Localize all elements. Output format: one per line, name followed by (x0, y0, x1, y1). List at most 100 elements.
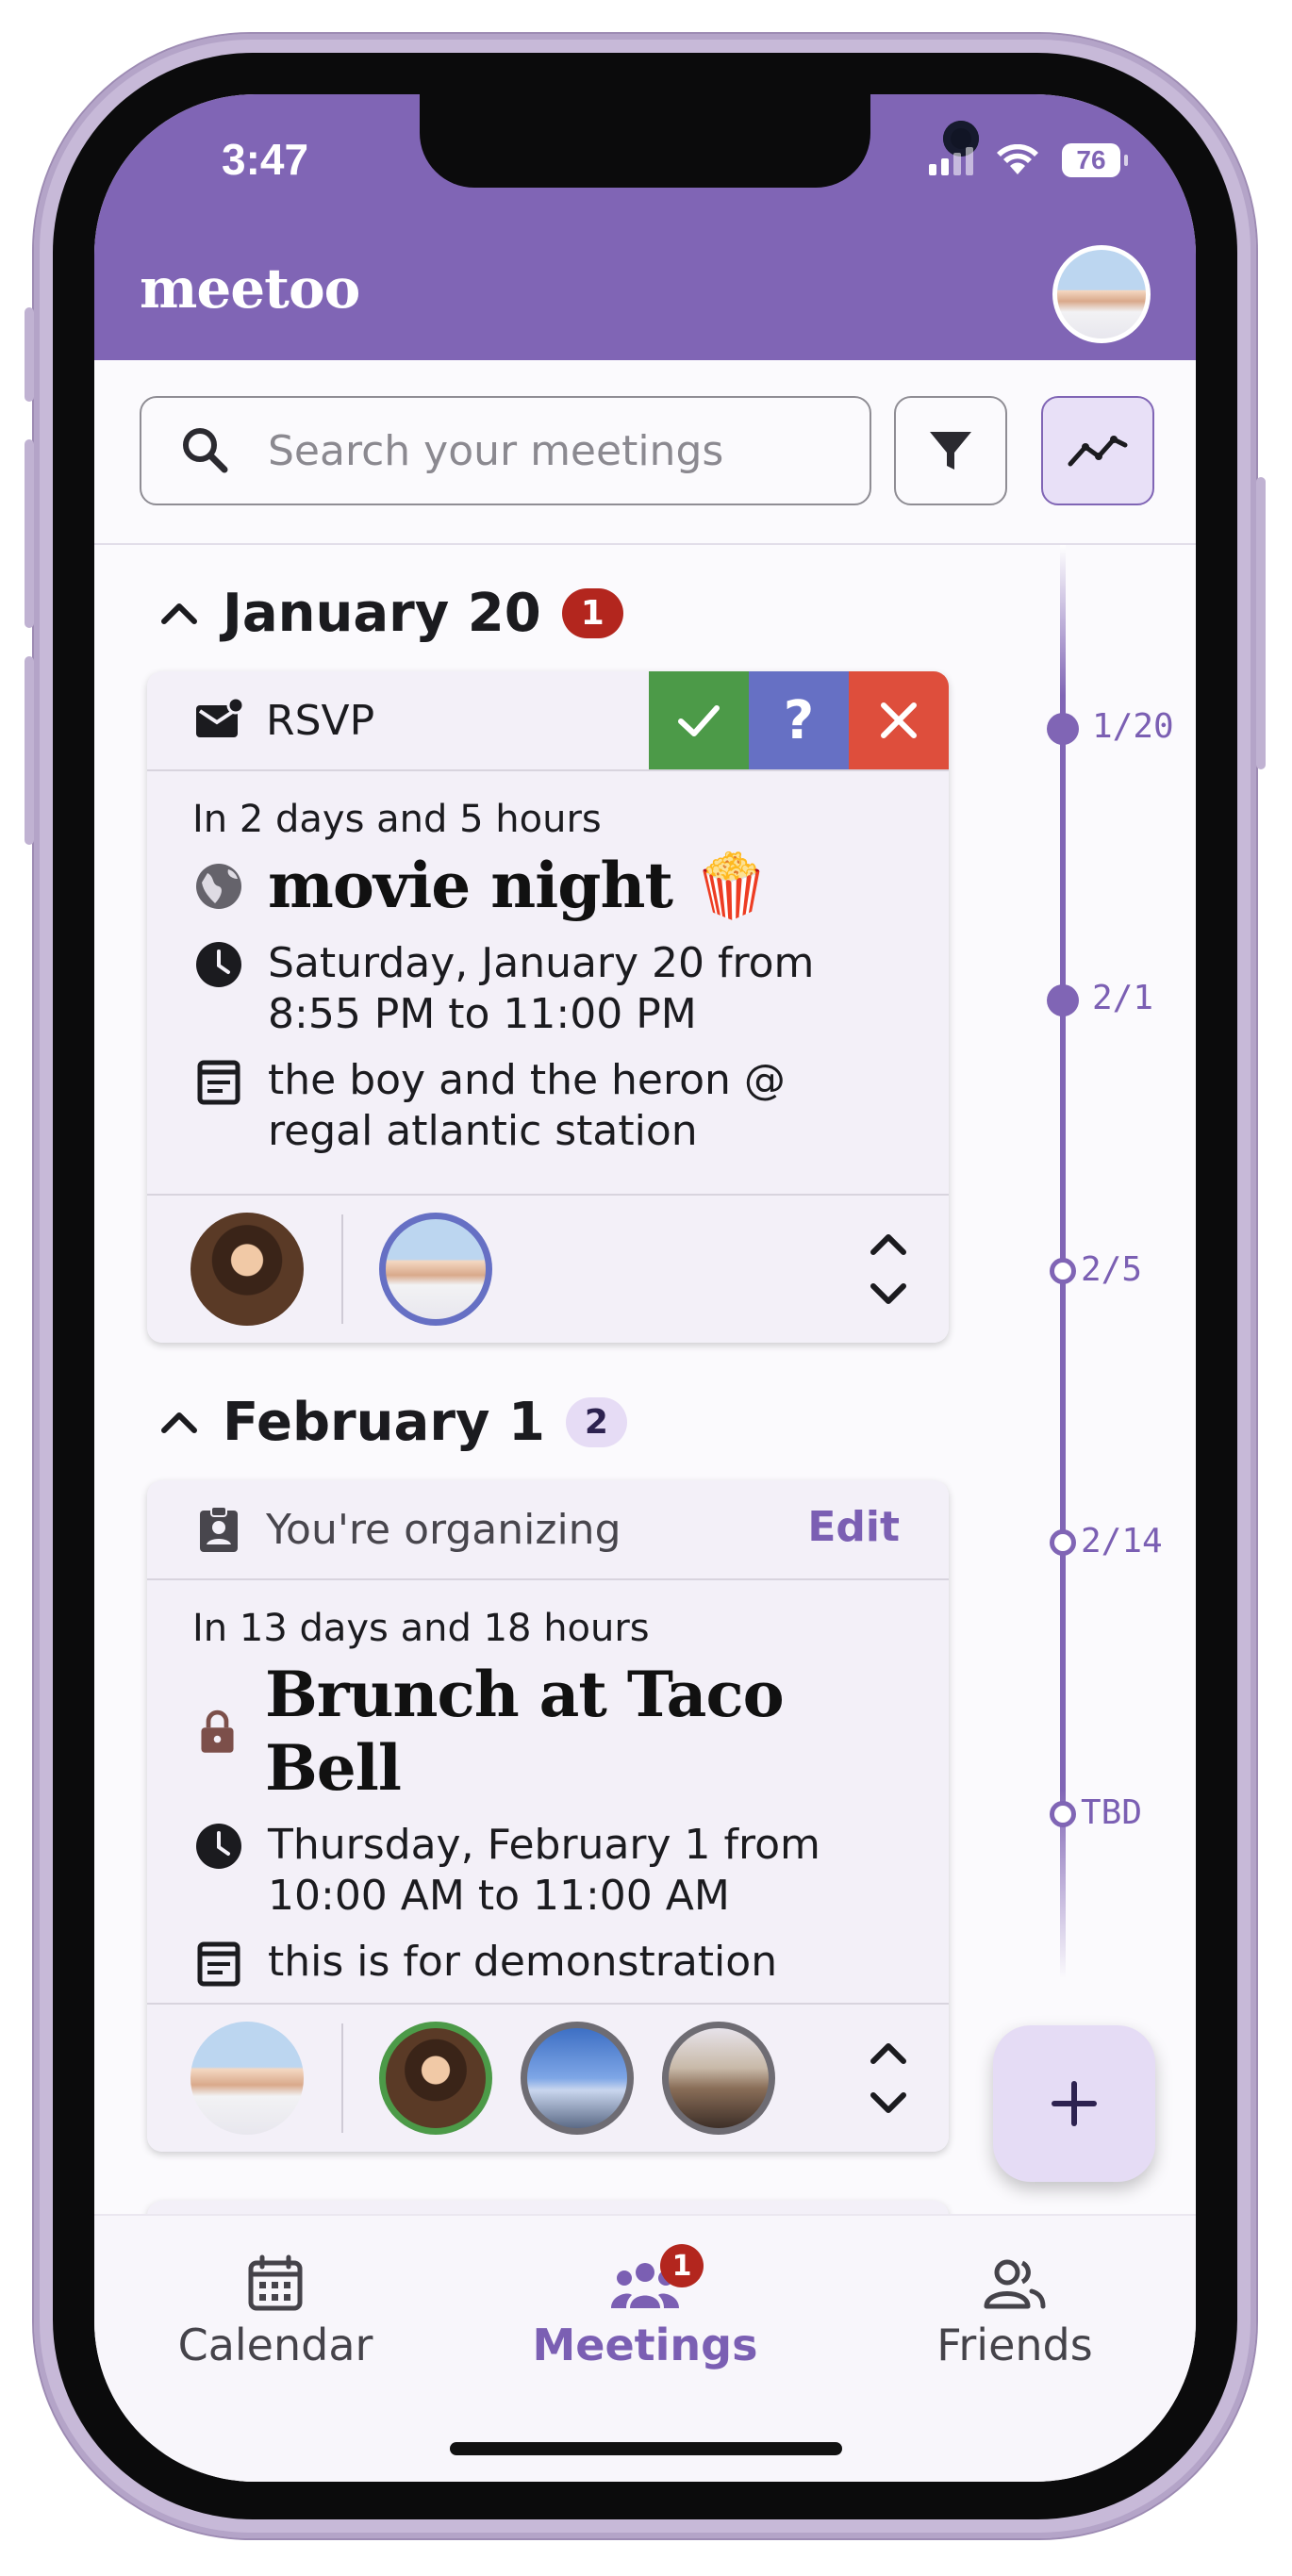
mail-icon (196, 696, 245, 737)
day-header-february-1[interactable]: February 1 2 (157, 1392, 627, 1453)
meeting-description-line-1: this is for demonstration (268, 1938, 778, 1986)
search-box[interactable] (140, 396, 871, 505)
unread-badge: 1 (561, 588, 623, 638)
day-date: January 20 (223, 583, 541, 644)
plus-icon (1052, 2081, 1097, 2126)
decline-button[interactable] (849, 671, 949, 769)
app-logo[interactable]: meetoo (140, 256, 360, 321)
search-toolbar (94, 360, 1196, 545)
meeting-time-line-1: Saturday, January 20 from (268, 939, 815, 987)
add-meeting-button[interactable] (993, 2025, 1155, 2182)
attendees-bar (147, 2003, 949, 2152)
clipboard-user-icon (200, 1506, 238, 1552)
timeline-label[interactable]: TBD (1081, 1793, 1142, 1832)
filter-button[interactable] (894, 396, 1007, 505)
volume-up-button (25, 439, 34, 628)
nav-label: Calendar (177, 2320, 373, 2370)
battery-icon: 76 (1062, 143, 1128, 177)
timeline-label[interactable]: 2/14 (1081, 1522, 1163, 1560)
rsvp-actions: ? (649, 671, 949, 769)
expand-icon[interactable] (868, 2033, 909, 2123)
lock-icon (201, 1709, 234, 1753)
timeline-dot[interactable] (1047, 713, 1079, 745)
search-icon (183, 428, 228, 473)
clock-icon (196, 1824, 241, 1869)
meetings-list[interactable]: January 20 1 RSVP ? In 2 days and 5 hour… (94, 545, 1196, 2214)
signal-icon (929, 145, 973, 175)
timeline-dot[interactable] (1050, 1529, 1076, 1556)
attendee-avatar[interactable] (662, 2022, 775, 2135)
trend-line-icon (1068, 436, 1128, 467)
expand-icon[interactable] (868, 1224, 909, 1314)
meeting-title: movie night 🍿 (268, 849, 770, 922)
nav-friends[interactable]: Friends (873, 2254, 1156, 2370)
card-body: In 2 days and 5 hours movie night 🍿 Satu… (147, 771, 949, 1157)
attendee-divider (341, 1214, 343, 1324)
timeline-fade-top (1060, 545, 1066, 696)
check-icon (678, 705, 720, 736)
wifi-icon (997, 144, 1038, 174)
timeline-dot[interactable] (1050, 1258, 1076, 1284)
maybe-button[interactable]: ? (749, 671, 849, 769)
timeline-toggle-button[interactable] (1041, 396, 1154, 505)
nav-calendar[interactable]: Calendar (134, 2254, 417, 2370)
card-status-bar: RSVP ? (147, 671, 949, 771)
app-screen: 3:47 76 meetoo Search your meetings Janu… (94, 94, 1196, 2482)
rsvp-label: RSVP (266, 696, 375, 745)
globe-icon (196, 863, 241, 909)
attendee-avatar[interactable] (379, 2022, 492, 2135)
meeting-card[interactable] (147, 2201, 949, 2214)
attendee-divider (341, 2023, 343, 2133)
people-icon (984, 2259, 1046, 2309)
meeting-time: Saturday, January 20 from 8:55 PM to 11:… (268, 938, 814, 1040)
meeting-description-line-2: regal atlantic station (268, 1107, 698, 1155)
filter-icon (930, 432, 971, 470)
calendar-note-icon (197, 1941, 240, 1987)
time-until: In 13 days and 18 hours (192, 1607, 650, 1650)
day-header-january-20[interactable]: January 20 1 (157, 583, 623, 644)
card-status-bar: You're organizing Edit (147, 1480, 949, 1580)
volume-down-button (25, 656, 34, 845)
organizer-avatar[interactable] (190, 2022, 304, 2135)
close-icon (881, 702, 917, 738)
timeline-dot[interactable] (1047, 984, 1079, 1016)
meeting-time-line-2: 10:00 AM to 11:00 AM (268, 1872, 730, 1920)
search-input[interactable] (266, 425, 854, 476)
calendar-icon (248, 2254, 303, 2311)
nav-label: Meetings (532, 2320, 758, 2370)
meeting-description: the boy and the heron @ regal atlantic s… (268, 1055, 786, 1157)
profile-avatar[interactable] (1052, 245, 1151, 343)
day-date: February 1 (223, 1392, 545, 1453)
attendee-avatar[interactable] (379, 1213, 492, 1326)
attendees-bar (147, 1194, 949, 1343)
meeting-count-badge: 2 (565, 1397, 627, 1447)
notification-badge: 1 (660, 2244, 704, 2287)
app-header: 3:47 76 meetoo (94, 94, 1196, 360)
power-button (1256, 477, 1266, 769)
chevron-up-icon[interactable] (157, 1400, 202, 1445)
dynamic-island (420, 94, 979, 188)
meeting-description-line-1: the boy and the heron @ (268, 1056, 786, 1104)
time-until: In 2 days and 5 hours (192, 798, 602, 841)
action-button (25, 307, 34, 402)
meeting-time-line-1: Thursday, February 1 from (268, 1821, 820, 1869)
meeting-time-line-2: 8:55 PM to 11:00 PM (268, 990, 697, 1038)
accept-button[interactable] (649, 671, 749, 769)
attendee-avatar[interactable] (521, 2022, 634, 2135)
edit-button[interactable]: Edit (807, 1503, 900, 1551)
timeline-label[interactable]: 2/5 (1081, 1250, 1142, 1289)
home-indicator[interactable] (450, 2442, 842, 2455)
meeting-card[interactable]: RSVP ? In 2 days and 5 hours movie night… (147, 671, 949, 1343)
timeline-dot[interactable] (1050, 1801, 1076, 1827)
timeline-label[interactable]: 2/1 (1092, 979, 1153, 1017)
meeting-time: Thursday, February 1 from 10:00 AM to 11… (268, 1820, 820, 1922)
meeting-card[interactable]: You're organizing Edit In 13 days and 18… (147, 1480, 949, 2152)
card-body: In 13 days and 18 hours Brunch at Taco B… (147, 1580, 949, 2039)
status-time: 3:47 (222, 135, 309, 184)
chevron-up-icon[interactable] (157, 591, 202, 636)
nav-meetings[interactable]: 1 Meetings (504, 2244, 787, 2370)
organizer-avatar[interactable] (190, 1213, 304, 1326)
timeline-label[interactable]: 1/20 (1092, 707, 1174, 746)
calendar-note-icon (197, 1060, 240, 1105)
organizer-label: You're organizing (266, 1505, 621, 1554)
